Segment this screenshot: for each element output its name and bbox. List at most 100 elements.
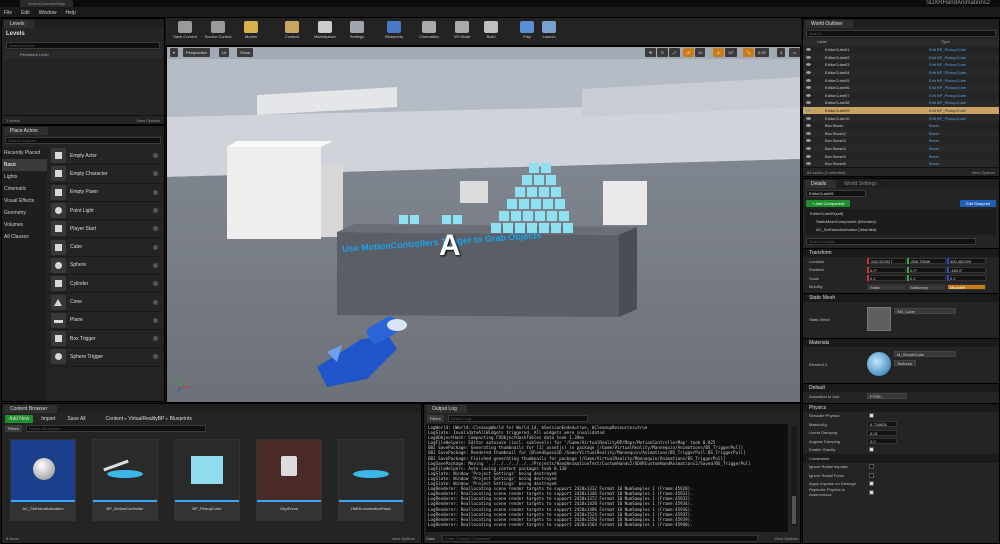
outliner-type[interactable]: Edit BP_PickupCube xyxy=(929,70,966,75)
translate-tool[interactable]: ✥ xyxy=(645,48,656,57)
scale-y[interactable]: 0.2 xyxy=(907,275,946,282)
menu-window[interactable]: Window xyxy=(39,10,57,16)
content-search-input[interactable]: Search Blueprints xyxy=(25,425,206,432)
help-icon[interactable] xyxy=(153,354,158,360)
tab-world-settings[interactable]: World Settings xyxy=(838,180,887,188)
outliner-row[interactable]: EditorCube08 Edit BP_PickupCube xyxy=(803,99,999,107)
toolbar-launch-button[interactable]: Launch xyxy=(532,20,566,45)
textures-dropdown[interactable]: Textures xyxy=(894,360,916,366)
physics-value[interactable]: 6.734605 xyxy=(867,421,897,428)
col-type[interactable]: Type xyxy=(941,39,950,46)
import-button[interactable]: Import xyxy=(37,415,59,423)
outliner-type[interactable]: Brush xyxy=(929,146,939,151)
visibility-eye-icon[interactable] xyxy=(806,101,811,105)
outliner-type[interactable]: Edit BP_PickupCube xyxy=(929,108,966,113)
physics-value[interactable]: 0.01 xyxy=(867,429,897,436)
actor-item[interactable]: Player Start xyxy=(48,220,164,239)
visibility-eye-icon[interactable] xyxy=(806,86,811,90)
help-icon[interactable] xyxy=(153,244,158,250)
physics-checkbox[interactable] xyxy=(869,464,874,470)
grid-snap-value[interactable]: 10 xyxy=(695,48,706,57)
component-item[interactable]: EditorCube09(self) xyxy=(806,210,996,218)
actor-item[interactable]: Sphere xyxy=(48,257,164,276)
material-thumbnail[interactable] xyxy=(867,352,891,376)
save-all-button[interactable]: Save All xyxy=(63,415,89,423)
add-component-button[interactable]: + Add Component xyxy=(806,199,851,207)
static-mesh-thumbnail[interactable] xyxy=(867,307,891,331)
toolbar-blueprints-button[interactable]: Blueprints xyxy=(377,20,411,45)
asset-tile[interactable]: BP_PickupCube xyxy=(174,439,240,523)
category-visual-effects[interactable]: Visual Effects xyxy=(2,195,47,207)
rotation-y[interactable]: 0.0° xyxy=(907,266,946,273)
log-search-input[interactable]: Search Log xyxy=(447,414,588,422)
actor-item[interactable]: Empty Actor xyxy=(48,147,164,166)
actor-item[interactable]: Empty Character xyxy=(48,165,164,184)
log-filters-button[interactable]: Filters xyxy=(427,414,444,422)
toolbar-modes-button[interactable]: Modes xyxy=(234,20,268,45)
category-all-classes[interactable]: All Classes xyxy=(2,231,47,243)
physics-checkbox[interactable] xyxy=(869,413,874,419)
actor-item[interactable]: Cone xyxy=(48,293,164,312)
category-geometry[interactable]: Geometry xyxy=(2,207,47,219)
levels-view-options[interactable]: View Options xyxy=(137,116,161,125)
add-new-button[interactable]: Add New xyxy=(5,414,34,423)
category-cinematic[interactable]: Cinematic xyxy=(2,183,47,195)
materials-section[interactable]: Materials xyxy=(803,338,999,347)
asset-tile[interactable]: AC_SetHandAnimation xyxy=(10,439,76,523)
scale-z[interactable]: 0.2 xyxy=(947,275,986,282)
asset-tile[interactable]: HMDLocomotionPawn xyxy=(338,439,404,523)
cmd-label[interactable]: Cmd xyxy=(426,536,442,541)
help-icon[interactable] xyxy=(153,208,158,214)
visibility-eye-icon[interactable] xyxy=(806,154,811,158)
physics-checkbox[interactable] xyxy=(869,472,874,478)
log-scroll-thumb[interactable] xyxy=(792,496,796,524)
level-viewport[interactable]: ▾ Perspective Lit Show ✥ ↻ ⤢ # 10 ∠ 10° … xyxy=(166,46,801,403)
content-view-options[interactable]: View Options xyxy=(392,534,416,543)
toolbar-source-control-button[interactable]: Source Control xyxy=(201,20,235,45)
outliner-type[interactable]: Brush xyxy=(929,123,939,128)
window-tab[interactable]: MotionControllerMap xyxy=(20,0,74,7)
toolbar-settings-button[interactable]: Settings xyxy=(340,20,374,45)
outliner-type[interactable]: Edit BP_PickupCube xyxy=(929,55,966,60)
outliner-row[interactable]: EditorCube03 Edit BP_PickupCube xyxy=(803,61,999,69)
log-text-area[interactable]: LogWorld: UWorld::CleanupWorld for World… xyxy=(426,424,788,532)
outliner-type[interactable]: Edit BP_PickupCube xyxy=(929,93,966,98)
material-dropdown[interactable]: M_SimpleCube xyxy=(894,351,956,357)
actor-name-input[interactable]: EditorCube09 xyxy=(806,189,866,197)
tab-place-actors[interactable]: Place Actors xyxy=(4,127,48,135)
toolbar-content-button[interactable]: Content xyxy=(275,20,309,45)
outliner-row[interactable]: EditorCube04 Edit BP_PickupCube xyxy=(803,68,999,77)
outliner-row[interactable]: Box Brush2 Brush xyxy=(803,129,999,138)
category-recently-placed[interactable]: Recently Placed xyxy=(2,147,47,159)
actor-item[interactable]: Cube xyxy=(48,238,164,257)
perspective-button[interactable]: Perspective xyxy=(183,48,210,57)
visibility-eye-icon[interactable] xyxy=(806,71,811,75)
menu-edit[interactable]: Edit xyxy=(21,10,30,16)
breadcrumb-item[interactable]: Blueprints xyxy=(170,416,192,422)
actor-item[interactable]: Sphere Trigger xyxy=(48,348,164,367)
actor-item[interactable]: Cylinder xyxy=(48,275,164,294)
outliner-search-input[interactable]: Search... xyxy=(806,30,996,37)
category-lights[interactable]: Lights xyxy=(2,171,47,183)
menu-file[interactable]: File xyxy=(4,10,12,16)
help-icon[interactable] xyxy=(153,281,158,287)
help-icon[interactable] xyxy=(153,171,158,177)
rotate-tool[interactable]: ↻ xyxy=(657,48,668,57)
outliner-row[interactable]: EditorCube01 Edit BP_PickupCube xyxy=(803,46,999,54)
rotation-z[interactable]: -180.0° xyxy=(947,266,986,273)
help-icon[interactable] xyxy=(153,299,158,305)
levels-search-input[interactable]: Search Levels xyxy=(6,42,160,49)
visibility-eye-icon[interactable] xyxy=(806,78,811,82)
physics-checkbox[interactable] xyxy=(869,447,874,453)
default-section[interactable]: Default xyxy=(803,383,999,392)
visibility-eye-icon[interactable] xyxy=(806,124,811,128)
details-search-input[interactable]: Search Details xyxy=(806,237,976,245)
mobility-stationary[interactable]: Stationary xyxy=(907,283,946,290)
visibility-eye-icon[interactable] xyxy=(806,55,811,59)
outliner-type[interactable]: Edit BP_PickupCube xyxy=(929,62,966,67)
outliner-row[interactable]: Box Brush3 Brush xyxy=(803,137,999,145)
toolbar-build-button[interactable]: Build xyxy=(474,20,508,45)
console-command-input[interactable]: Enter Console Command xyxy=(442,534,758,542)
camera-speed[interactable]: 4 xyxy=(777,48,786,57)
help-icon[interactable] xyxy=(153,262,158,268)
